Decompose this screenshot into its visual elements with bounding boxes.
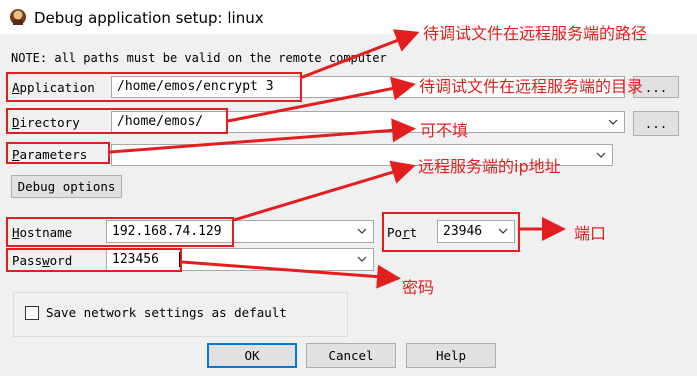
annotation-port-text: 端口 bbox=[574, 224, 607, 243]
annotation-hostname-text: 远程服务端的ip地址 bbox=[418, 157, 561, 176]
arrow-hostname bbox=[233, 160, 416, 222]
arrow-application bbox=[299, 29, 420, 80]
annotation-arrows bbox=[109, 29, 566, 289]
annotation-application-text: 待调试文件在远程服务端的路径 bbox=[423, 24, 648, 43]
arrow-directory bbox=[227, 76, 416, 123]
arrow-parameters bbox=[109, 118, 416, 154]
arrow-password bbox=[181, 260, 401, 289]
annotation-password-text: 密码 bbox=[402, 278, 435, 297]
annotation-directory-text: 待调试文件在远程服务端的目录 bbox=[419, 77, 644, 96]
annotation-parameters-text: 可不填 bbox=[420, 121, 469, 140]
